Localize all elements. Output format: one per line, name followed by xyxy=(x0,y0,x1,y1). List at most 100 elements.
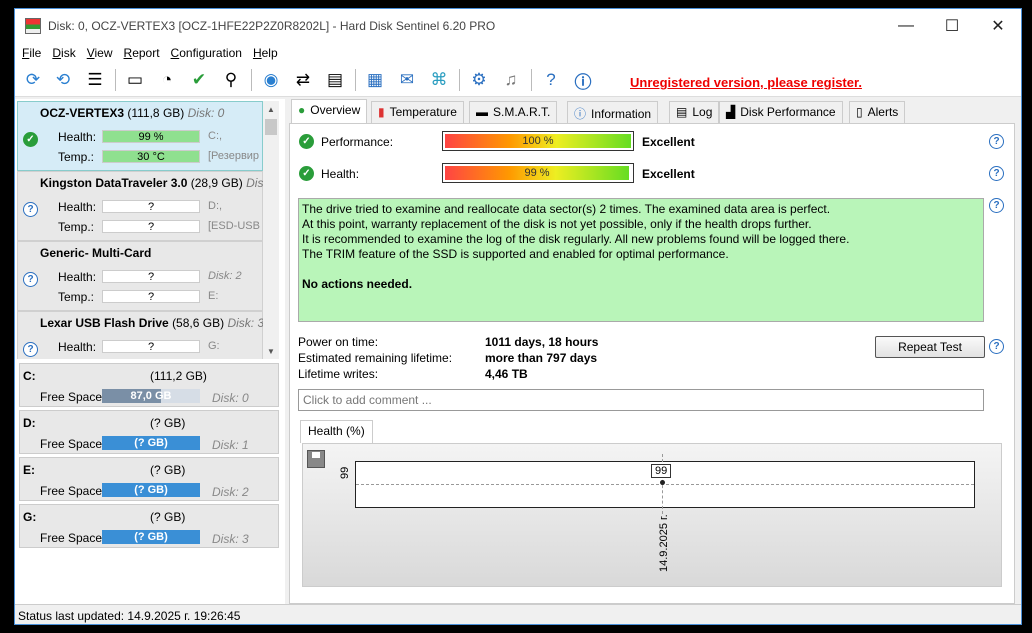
repeat-test-button[interactable]: Repeat Test xyxy=(875,336,985,358)
disk-transfer-icon[interactable]: ⇄ xyxy=(291,68,315,92)
refresh-icon[interactable]: ⟳ xyxy=(21,68,45,92)
health-bar: 99 % xyxy=(102,130,200,143)
partition-card-c[interactable]: C: (111,2 GB) Free Space 87,0 GB Disk: 0 xyxy=(19,363,279,407)
disk-number: Disk: 2 xyxy=(208,270,242,282)
disk-list-icon[interactable]: ☰ xyxy=(83,68,107,92)
title-bar[interactable]: Disk: 0, OCZ-VERTEX3 [OCZ-1HFE22P2Z0R820… xyxy=(15,9,1021,43)
disk-save-icon[interactable]: ▤ xyxy=(323,68,347,92)
menu-file[interactable]: File xyxy=(19,46,49,60)
tab-information[interactable]: ⓘ Information xyxy=(567,101,659,123)
drive-letters: G: xyxy=(208,340,220,352)
temp-label: Temp.: xyxy=(58,220,95,234)
partition-letter: D: xyxy=(23,416,36,430)
partition-disk: Disk: 1 xyxy=(212,438,249,452)
performance-value: 100 % xyxy=(445,134,631,148)
partition-capacity: (? GB) xyxy=(150,463,186,477)
toolbar-separator xyxy=(459,69,460,91)
power-on-value: 1011 days, 18 hours xyxy=(485,335,599,349)
partition-disk: Disk: 2 xyxy=(212,485,249,499)
scroll-up-icon[interactable]: ▲ xyxy=(263,101,279,117)
minimize-button[interactable]: — xyxy=(883,9,929,43)
menu-disk[interactable]: Disk xyxy=(49,46,83,60)
maximize-button[interactable]: ☐ xyxy=(929,9,975,43)
drive-letters: C:, xyxy=(208,130,223,142)
free-space-label: Free Space xyxy=(40,484,103,498)
health-graph: 99 99 14.9.2025 г. xyxy=(302,443,1002,587)
info-icon[interactable]: ⓘ xyxy=(571,68,595,92)
disk-check-icon[interactable]: ✔ xyxy=(187,68,211,92)
status-unknown-icon: ? xyxy=(23,342,38,357)
globe-disk-icon[interactable]: ◉ xyxy=(259,68,283,92)
sound-icon[interactable]: ♫ xyxy=(499,68,523,92)
writes-value: 4,46 TB xyxy=(485,367,528,381)
disk-card-1[interactable]: Kingston DataTraveler 3.0 (28,9 GB) Disk… xyxy=(17,171,263,241)
register-link[interactable]: Unregistered version, please register. xyxy=(630,75,862,90)
disk-timer-icon[interactable]: ◔ xyxy=(155,68,179,92)
help-icon[interactable]: ? xyxy=(989,166,1004,181)
menu-view[interactable]: View xyxy=(84,46,121,60)
tab-alerts[interactable]: ▯ Alerts xyxy=(849,101,906,123)
menu-configuration[interactable]: Configuration xyxy=(168,46,250,60)
scroll-thumb[interactable] xyxy=(265,119,277,135)
disk-name: Generic- Multi-Card xyxy=(40,246,152,260)
network-icon[interactable]: ⌘ xyxy=(427,68,451,92)
help-icon[interactable]: ? xyxy=(539,68,563,92)
partition-disk: Disk: 0 xyxy=(212,391,249,405)
writes-label: Lifetime writes: xyxy=(298,367,379,381)
health-label: Health: xyxy=(58,130,97,144)
free-space-bar: (? GB) xyxy=(102,530,200,544)
window-title: Disk: 0, OCZ-VERTEX3 [OCZ-1HFE22P2Z0R820… xyxy=(48,19,496,33)
tab-health-graph[interactable]: Health (%) xyxy=(300,420,373,443)
health-bar: ? xyxy=(102,270,200,283)
disk-name: Lexar USB Flash Drive (58,6 GB) Disk: 3 xyxy=(40,316,263,330)
close-button[interactable]: ✕ xyxy=(975,9,1021,43)
help-icon[interactable]: ? xyxy=(989,198,1004,213)
drive-letters: E: xyxy=(208,290,219,302)
refresh-all-icon[interactable]: ⟲ xyxy=(51,68,75,92)
status-message-box: The drive tried to examine and reallocat… xyxy=(298,198,984,322)
help-icon[interactable]: ? xyxy=(989,134,1004,149)
free-space-label: Free Space xyxy=(40,390,103,404)
health-label: Health: xyxy=(58,200,97,214)
partition-card-e[interactable]: E: (? GB) Free Space (? GB) Disk: 2 xyxy=(19,457,279,501)
health-label: Health: xyxy=(58,340,97,354)
partition-card-d[interactable]: D: (? GB) Free Space (? GB) Disk: 1 xyxy=(19,410,279,454)
notes-icon[interactable]: ▦ xyxy=(363,68,387,92)
partition-disk: Disk: 3 xyxy=(212,532,249,546)
save-icon[interactable] xyxy=(307,450,325,468)
tab-log[interactable]: ▤ Log xyxy=(669,101,720,123)
menu-report[interactable]: Report xyxy=(121,46,168,60)
graph-point xyxy=(660,480,665,485)
disk-test-icon[interactable]: ▭ xyxy=(123,68,147,92)
disk-search-icon[interactable]: ⚲ xyxy=(219,68,243,92)
status-unknown-icon: ? xyxy=(23,202,38,217)
right-panel: ● Overview ▮ Temperature ▬ S.M.A.R.T. ⓘ Info… xyxy=(287,99,1017,604)
disk-name: OCZ-VERTEX3 (111,8 GB) Disk: 0 xyxy=(40,106,225,120)
disk-card-0[interactable]: OCZ-VERTEX3 (111,8 GB) Disk: 0 ✓ Health:… xyxy=(17,101,263,171)
graph-gridline xyxy=(356,484,974,485)
disk-card-2[interactable]: Generic- Multi-Card ? Health: ? Disk: 2 … xyxy=(17,241,263,311)
tab-overview[interactable]: ● Overview xyxy=(291,99,368,124)
health-value: 99 % xyxy=(445,166,630,180)
gear-icon[interactable]: ⚙ xyxy=(467,68,491,92)
check-icon: ● xyxy=(298,103,306,117)
tab-temperature[interactable]: ▮ Temperature xyxy=(371,101,464,123)
status-ok-icon: ✓ xyxy=(23,132,38,147)
tab-disk-performance[interactable]: ▟ Disk Performance xyxy=(719,101,843,123)
lifetime-label: Estimated remaining lifetime: xyxy=(298,351,453,365)
disk-list-scrollbar[interactable]: ▲ ▼ xyxy=(263,101,279,359)
mail-icon[interactable]: ✉ xyxy=(395,68,419,92)
tab-smart[interactable]: ▬ S.M.A.R.T. xyxy=(469,101,558,123)
partition-card-g[interactable]: G: (? GB) Free Space (? GB) Disk: 3 xyxy=(19,504,279,548)
help-icon[interactable]: ? xyxy=(989,339,1004,354)
power-on-label: Power on time: xyxy=(298,335,379,349)
disk-card-3[interactable]: Lexar USB Flash Drive (58,6 GB) Disk: 3 … xyxy=(17,311,263,359)
scroll-down-icon[interactable]: ▼ xyxy=(263,343,279,359)
partition-letter: G: xyxy=(23,510,37,524)
menu-help[interactable]: Help xyxy=(250,46,286,60)
health-bar: ? xyxy=(102,200,200,213)
overview-content: ✓ Performance: 100 % Excellent ? ✓ Healt… xyxy=(289,123,1015,604)
disk-name: Kingston DataTraveler 3.0 (28,9 GB) Disk xyxy=(40,176,263,190)
comment-input[interactable]: Click to add comment ... xyxy=(298,389,984,411)
temp-bar: 30 °C xyxy=(102,150,200,163)
